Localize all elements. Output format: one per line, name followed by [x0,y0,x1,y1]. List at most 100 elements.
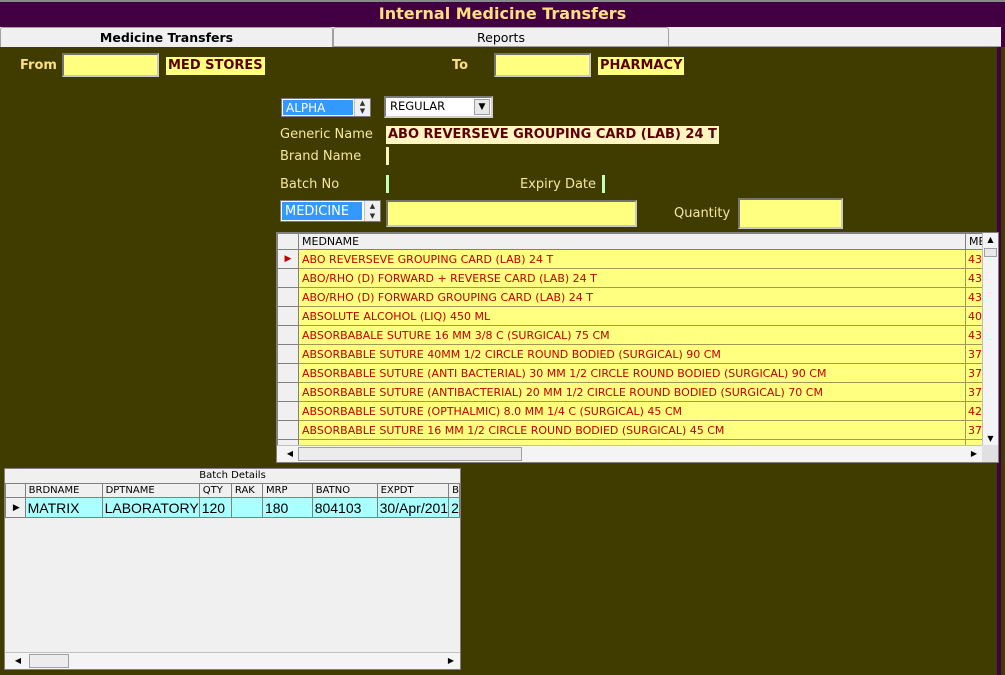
medicine-name-cell[interactable]: ABO REVERSEVE GROUPING CARD (LAB) 24 T [298,249,966,269]
medicine-row[interactable]: ABSORBABLE SUTURE (ANTIBACTERIAL) 20 MM … [277,382,996,402]
column-header-b[interactable]: B [448,483,460,498]
scrollbar-corner [982,445,998,462]
medicine-table: MEDNAME ME ▶ ABO REVERSEVE GROUPING CARD … [277,233,996,459]
row-selector[interactable] [277,420,299,440]
medicine-name-cell[interactable]: ABSORBABLE SUTURE 16 MM 1/2 CIRCLE ROUND… [298,420,966,440]
scroll-left-icon[interactable]: ◀ [283,447,297,461]
batch-cell-rak[interactable] [230,497,263,518]
type-dropdown[interactable]: REGULAR ▼ [384,96,493,118]
from-code-input[interactable] [62,53,159,77]
medicine-name-cell[interactable]: ABSORBABLE SUTURE (ANTIBACTERIAL) 20 MM … [298,382,966,402]
type-dropdown-value: REGULAR [390,99,446,113]
tab-strip: Medicine Transfers Reports [0,27,1005,47]
medicine-grid[interactable]: MEDNAME ME ▶ ABO REVERSEVE GROUPING CARD … [276,232,999,463]
tab-strip-filler [669,27,1001,47]
medicine-grid-vertical-scrollbar[interactable]: ▲ ▼ [982,233,998,446]
column-header-batno[interactable]: BATNO [311,483,378,498]
expiry-date-label: Expiry Date [520,177,597,192]
window-title-bar: Internal Medicine Transfers [0,0,1005,27]
row-selector[interactable] [277,363,299,383]
window-title: Internal Medicine Transfers [378,4,627,23]
batch-cell-expdt[interactable]: 30/Apr/201 [376,497,450,518]
row-selector[interactable] [277,325,299,345]
batch-cell-b[interactable]: 2 [448,497,460,518]
medicine-row[interactable]: ▶ ABO REVERSEVE GROUPING CARD (LAB) 24 T4… [277,249,996,269]
medicine-grid-horizontal-scrollbar[interactable]: ◀ ▶ [277,445,983,462]
medicine-row[interactable]: ABSORBABLE SUTURE (OPTHALMIC) 8.0 MM 1/4… [277,401,996,421]
medicine-row[interactable]: ABSORBABLE SUTURE 40MM 1/2 CIRCLE ROUND … [277,344,996,364]
column-header-rak[interactable]: RAK [230,483,263,498]
scroll-left-icon[interactable]: ◀ [11,654,25,668]
tab-medicine-transfers[interactable]: Medicine Transfers [0,27,333,47]
scroll-right-icon[interactable]: ▶ [967,447,981,461]
medicine-row[interactable]: ABO/RHO (D) FORWARD GROUPING CARD (LAB) … [277,287,996,307]
batch-details-grid[interactable]: Batch Details BRDNAME DPTNAME QTY RAK MR… [4,468,461,670]
medicine-row[interactable]: ABSORBABLE SUTURE (ANTI BACTERIAL) 30 MM… [277,363,996,383]
to-label: To [452,58,469,73]
scroll-up-icon[interactable]: ▲ [983,233,998,247]
from-label: From [20,58,57,73]
row-selector[interactable] [277,382,299,402]
batch-row[interactable]: ▶ MATRIX LABORATORY 120 180 804103 30/Ap… [5,497,460,518]
medicine-search-input[interactable] [386,200,637,227]
generic-name-label: Generic Name [280,127,373,142]
to-code-input[interactable] [494,53,591,77]
medicine-row[interactable]: ABSORBABALE SUTURE 16 MM 3/8 C (SURGICAL… [277,325,996,345]
row-selector[interactable] [277,306,299,326]
vertical-scroll-thumb[interactable] [984,248,997,257]
to-store-name: PHARMACY [598,57,685,75]
horizontal-scroll-thumb[interactable] [29,654,69,668]
row-selector[interactable] [277,401,299,421]
column-header-brdname[interactable]: BRDNAME [24,483,103,498]
category-value: MEDICINE [282,202,362,220]
batch-cell-dptname[interactable]: LABORATORY [101,497,200,518]
quantity-input[interactable] [738,198,843,229]
medicine-name-cell[interactable]: ABSORBABLE SUTURE (ANTI BACTERIAL) 30 MM… [298,363,966,383]
batch-grid-header: BRDNAME DPTNAME QTY RAK MRP BATNO EXPDT … [5,483,460,498]
medicine-name-cell[interactable]: ABSOLUTE ALCOHOL (LIQ) 450 ML [298,306,966,326]
medicine-name-cell[interactable]: ABSORBABALE SUTURE 16 MM 3/8 C (SURGICAL… [298,325,966,345]
column-header-medname[interactable]: MEDNAME [298,233,966,250]
medicine-name-cell[interactable]: ABO/RHO (D) FORWARD + REVERSE CARD (LAB)… [298,268,966,288]
column-header-expdt[interactable]: EXPDT [376,483,450,498]
tab-reports[interactable]: Reports [333,27,669,47]
row-selector[interactable] [277,268,299,288]
sort-order-spinner[interactable]: ALPHA ▲ ▼ [281,98,371,117]
chevron-down-icon[interactable]: ▼ [474,99,490,115]
column-header-qty[interactable]: QTY [198,483,232,498]
batch-cell-brdname[interactable]: MATRIX [24,497,103,518]
column-header-mrp[interactable]: MRP [261,483,313,498]
spinner-arrows-icon[interactable]: ▲ ▼ [354,99,370,116]
row-selector-arrow-icon[interactable]: ▶ [5,497,26,518]
brand-name-label: Brand Name [280,149,362,164]
medicine-name-cell[interactable]: ABSORBABLE SUTURE 40MM 1/2 CIRCLE ROUND … [298,344,966,364]
current-row-arrow-icon[interactable]: ▶ [277,249,299,269]
scroll-down-icon[interactable]: ▼ [983,432,998,446]
medicine-row[interactable]: ABO/RHO (D) FORWARD + REVERSE CARD (LAB)… [277,268,996,288]
medicine-grid-header: MEDNAME ME [277,233,996,250]
medicine-row[interactable]: ABSOLUTE ALCOHOL (LIQ) 450 ML 408 [277,306,996,326]
quantity-label: Quantity [674,206,731,221]
row-selector-header [5,483,26,498]
column-header-dptname[interactable]: DPTNAME [101,483,200,498]
medicine-row[interactable]: ABSORBABLE SUTURE 16 MM 1/2 CIRCLE ROUND… [277,420,996,440]
medicine-name-cell[interactable]: ABSORBABLE SUTURE (OPTHALMIC) 8.0 MM 1/4… [298,401,966,421]
batch-cell-qty[interactable]: 120 [198,497,232,518]
scroll-right-icon[interactable]: ▶ [444,654,458,668]
horizontal-scroll-thumb[interactable] [298,447,522,461]
medicine-name-cell[interactable]: ABO/RHO (D) FORWARD GROUPING CARD (LAB) … [298,287,966,307]
from-store-name: MED STORES [166,57,265,75]
row-selector[interactable] [277,287,299,307]
batch-cell-mrp[interactable]: 180 [261,497,313,518]
batch-cell-batno[interactable]: 804103 [311,497,378,518]
row-selector[interactable] [277,344,299,364]
batch-grid-horizontal-scrollbar[interactable]: ◀ ▶ [5,652,460,669]
generic-name-value: ABO REVERSEVE GROUPING CARD (LAB) 24 T [386,126,719,144]
category-spinner[interactable]: MEDICINE ▲ ▼ [280,200,381,222]
batch-no-label: Batch No [280,177,340,192]
spinner-arrows-icon[interactable]: ▲ ▼ [364,201,380,221]
batch-details-caption: Batch Details [199,470,266,481]
brand-name-value [386,147,389,165]
expiry-date-value [602,175,605,193]
batch-no-value [386,175,389,193]
